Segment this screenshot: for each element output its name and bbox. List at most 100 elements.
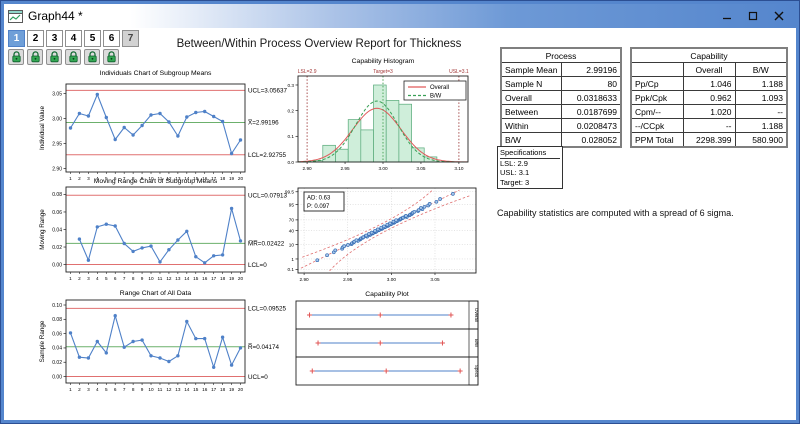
svg-text:9: 9 bbox=[141, 387, 144, 392]
svg-text:6: 6 bbox=[114, 387, 117, 392]
svg-text:1: 1 bbox=[69, 387, 72, 392]
svg-text:Moving Range: Moving Range bbox=[39, 209, 46, 250]
svg-text:0.04: 0.04 bbox=[52, 227, 62, 233]
svg-text:M̅R̅=0.02422: M̅R̅=0.02422 bbox=[248, 240, 285, 248]
process-table[interactable]: ProcessSample Mean2.99196Sample N80Overa… bbox=[500, 47, 622, 148]
svg-text:95: 95 bbox=[289, 202, 295, 207]
svg-text:5: 5 bbox=[105, 276, 108, 281]
layer-tab-5[interactable]: 5 bbox=[84, 30, 101, 47]
svg-text:LCL=0: LCL=0 bbox=[248, 262, 267, 269]
svg-text:2.95: 2.95 bbox=[52, 141, 62, 147]
lock-icon bbox=[49, 51, 60, 63]
table-row: Ppk/Cpk0.9621.093 bbox=[631, 91, 787, 105]
svg-text:B/W: B/W bbox=[430, 94, 442, 100]
layer-lock-2[interactable] bbox=[27, 49, 43, 65]
layer-lock-3[interactable] bbox=[46, 49, 62, 65]
svg-text:0.02: 0.02 bbox=[52, 245, 62, 251]
svg-text:14: 14 bbox=[184, 276, 190, 281]
svg-text:Individuals Chart of Subgroup: Individuals Chart of Subgroup Means bbox=[100, 70, 212, 77]
svg-text:3.00: 3.00 bbox=[378, 166, 388, 171]
svg-text:14: 14 bbox=[184, 387, 190, 392]
table-row: Sample Mean2.99196 bbox=[501, 63, 621, 77]
svg-text:13: 13 bbox=[175, 387, 181, 392]
svg-text:0.06: 0.06 bbox=[52, 210, 62, 216]
svg-text:2: 2 bbox=[78, 276, 81, 281]
svg-text:LCL=0.09525: LCL=0.09525 bbox=[248, 306, 286, 313]
svg-text:3: 3 bbox=[87, 387, 90, 392]
table-row: PPM Total2298.399580.900 bbox=[631, 133, 787, 148]
table-row: Cpm/--1.020-- bbox=[631, 105, 787, 119]
svg-text:0.1: 0.1 bbox=[287, 134, 294, 139]
layer-lock-1[interactable] bbox=[8, 49, 24, 65]
graph-page-canvas: 1234567 Between/Within Process Overview … bbox=[4, 28, 796, 420]
svg-text:Capability Plot: Capability Plot bbox=[365, 291, 409, 298]
svg-text:40: 40 bbox=[289, 228, 295, 233]
svg-text:12: 12 bbox=[166, 387, 172, 392]
lock-icon bbox=[87, 51, 98, 63]
svg-text:3: 3 bbox=[87, 276, 90, 281]
layer-tab-3[interactable]: 3 bbox=[46, 30, 63, 47]
svg-text:Individual Value: Individual Value bbox=[39, 106, 46, 150]
svg-text:Range Chart of All Data: Range Chart of All Data bbox=[120, 290, 192, 297]
moving-range-chart[interactable]: Moving Range Chart of Subgroup Means Movi… bbox=[36, 174, 316, 290]
sigma-note[interactable]: Capability statistics are computed with … bbox=[497, 208, 787, 218]
table-row: Pp/Cp1.0461.188 bbox=[631, 77, 787, 91]
svg-text:2.95: 2.95 bbox=[340, 166, 350, 171]
table-row: Within0.0208473 bbox=[501, 119, 621, 133]
maximize-button[interactable] bbox=[740, 6, 766, 26]
svg-text:18: 18 bbox=[220, 387, 226, 392]
layer-lock-5[interactable] bbox=[84, 49, 100, 65]
svg-text:12: 12 bbox=[166, 276, 172, 281]
window-titlebar[interactable]: Graph44 * bbox=[4, 4, 796, 28]
svg-text:2: 2 bbox=[78, 387, 81, 392]
svg-text:13: 13 bbox=[175, 276, 181, 281]
svg-text:0.08: 0.08 bbox=[52, 192, 62, 198]
svg-text:20: 20 bbox=[238, 387, 244, 392]
svg-text:4: 4 bbox=[96, 387, 99, 392]
spec-line: LSL: 2.9 bbox=[500, 159, 560, 169]
table-header-row: Capability bbox=[631, 48, 787, 63]
svg-text:16: 16 bbox=[202, 276, 208, 281]
capability-plot[interactable]: Capability PlotOverallB/WSpecs bbox=[284, 288, 494, 392]
lock-icon bbox=[11, 51, 22, 63]
svg-text:5: 5 bbox=[105, 387, 108, 392]
spec-header: Specifications bbox=[500, 148, 560, 159]
graph-window: Graph44 * 1234567 Between/Within Process… bbox=[0, 0, 800, 424]
svg-text:Moving Range Chart of Subgroup: Moving Range Chart of Subgroup Means bbox=[94, 178, 218, 185]
report-title[interactable]: Between/Within Process Overview Report f… bbox=[104, 38, 534, 50]
svg-text:P: 0.097: P: 0.097 bbox=[307, 204, 330, 210]
close-button[interactable] bbox=[766, 6, 792, 26]
svg-text:17: 17 bbox=[211, 387, 217, 392]
svg-text:Specs: Specs bbox=[474, 365, 479, 378]
svg-text:UCL=3.05637: UCL=3.05637 bbox=[248, 88, 288, 95]
individuals-chart[interactable]: Individuals Chart of Subgroup Means Indiv… bbox=[36, 64, 316, 186]
svg-text:70: 70 bbox=[289, 218, 295, 223]
minimize-button[interactable] bbox=[714, 6, 740, 26]
svg-text:3.00: 3.00 bbox=[387, 277, 397, 282]
svg-text:0.2: 0.2 bbox=[287, 108, 294, 113]
layer-tab-2[interactable]: 2 bbox=[27, 30, 44, 47]
graph-window-icon bbox=[8, 10, 23, 23]
layer-tab-4[interactable]: 4 bbox=[65, 30, 82, 47]
lock-icon bbox=[68, 51, 79, 63]
lock-icon bbox=[30, 51, 41, 63]
svg-text:LCL=2.92755: LCL=2.92755 bbox=[248, 152, 286, 159]
layer-tab-1[interactable]: 1 bbox=[8, 30, 25, 47]
svg-text:7: 7 bbox=[123, 276, 126, 281]
specifications-box[interactable]: SpecificationsLSL: 2.9USL: 3.1Target: 3 bbox=[497, 146, 563, 189]
layer-lock-6[interactable] bbox=[103, 49, 119, 65]
svg-text:1: 1 bbox=[69, 276, 72, 281]
window-frame: Graph44 * 1234567 Between/Within Process… bbox=[1, 1, 799, 423]
svg-text:AD: 0.63: AD: 0.63 bbox=[307, 196, 331, 202]
range-chart[interactable]: Range Chart of All Data Sample Range LCL=0… bbox=[36, 286, 316, 404]
capability-table[interactable]: CapabilityOverallB/WPp/Cp1.0461.188Ppk/C… bbox=[630, 47, 788, 148]
capability-histogram[interactable]: Capability HistogramLSL=2.9Target=3USL=3… bbox=[284, 54, 494, 182]
svg-text:10: 10 bbox=[289, 242, 295, 247]
table-row: Overall0.0318633 bbox=[501, 91, 621, 105]
svg-text:Sample Range: Sample Range bbox=[39, 320, 46, 362]
svg-text:17: 17 bbox=[211, 276, 217, 281]
process-table-header: Process bbox=[501, 48, 621, 63]
probability-plot[interactable]: 99.59570401010.12.902.953.003.05AD: 0.63… bbox=[284, 178, 494, 288]
svg-text:0.0: 0.0 bbox=[287, 160, 294, 165]
layer-lock-4[interactable] bbox=[65, 49, 81, 65]
